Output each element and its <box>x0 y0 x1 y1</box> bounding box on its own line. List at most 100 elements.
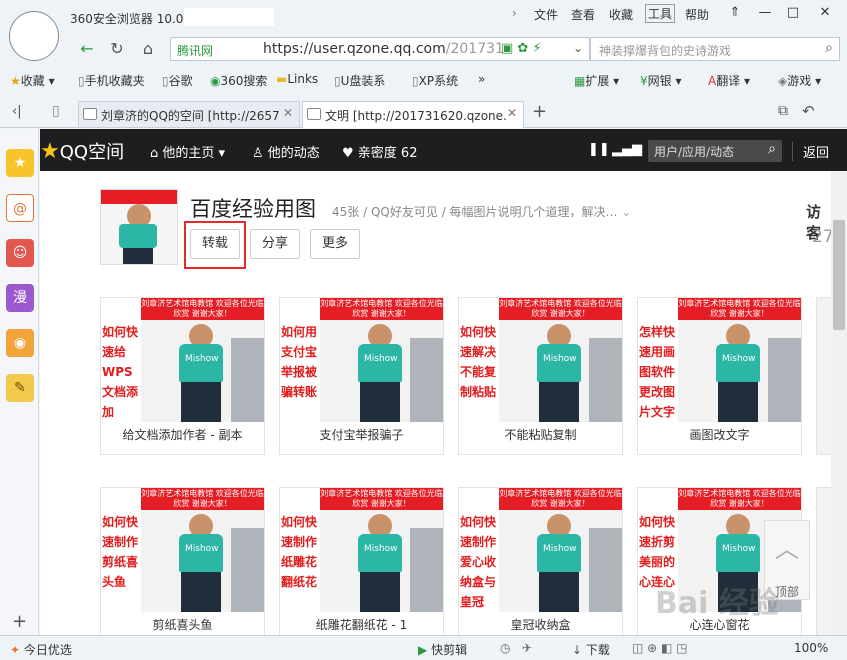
status-tool-icons[interactable]: ◫ ⊕ ◧ ◳ <box>632 641 688 655</box>
favorites-star-icon[interactable]: ★ <box>6 149 34 177</box>
photo-banner: 刘章济艺术馆电教馆 欢迎各位光临欣赏 谢谢大家！ <box>678 488 801 510</box>
photo-thumbnail[interactable]: 刘章济艺术馆电教馆 欢迎各位光临欣赏 谢谢大家！ Mishow 怎样快速用画图软件更… <box>638 298 801 422</box>
photo-card[interactable]: 刘章济艺术馆电教馆 欢迎各位光临欣赏 谢谢大家！ Mishow 如何快速解决不能复制… <box>458 297 623 455</box>
photo-banner: 刘章济艺术馆电教馆 欢迎各位光临欣赏 谢谢大家！ <box>499 298 622 320</box>
photo-background <box>410 338 443 422</box>
photo-caption[interactable]: 不能粘贴复制 <box>459 426 622 443</box>
close-icon[interactable]: ✕ <box>812 2 838 24</box>
back-arrow-icon[interactable]: ← <box>76 38 98 60</box>
photo-side-text: 如何快速制作剪纸喜头鱼 <box>101 488 141 612</box>
undo-close-icon[interactable]: ↶ <box>802 102 815 120</box>
photo-card[interactable]: 刘章济艺术馆电教馆 欢迎各位光临欣赏 谢谢大家！ Mishow 如何快速制作剪纸喜头… <box>100 487 265 635</box>
tab-close-icon[interactable]: ✕ <box>507 106 517 120</box>
user-avatar[interactable] <box>9 11 59 61</box>
tab-qzone-profile[interactable]: 刘章济的QQ的空间 [http://2657 ✕ <box>78 101 300 127</box>
bookmark-xp[interactable]: ▯XP系统 <box>412 72 458 89</box>
qzone-search-icon[interactable]: ⌕ <box>768 141 776 157</box>
photo-caption[interactable]: 皇冠收纳盒 <box>459 616 622 633</box>
bookmark-google[interactable]: ▯谷歌 <box>162 72 193 89</box>
qzone-search[interactable]: 用户/应用/动态 ⌕ <box>648 140 782 162</box>
toolbar-games[interactable]: ◈游戏 ▾ <box>778 72 821 89</box>
phone-icon[interactable]: ▯ <box>52 103 60 119</box>
minimize-icon[interactable]: — <box>752 2 778 24</box>
bookmark-mobile[interactable]: ▯手机收藏夹 <box>78 72 145 89</box>
photo-card[interactable]: 刘章济艺术馆电教馆 欢迎各位光临欣赏 谢谢大家！ Mishow 如何用支付宝举报被骗… <box>279 297 444 455</box>
photo-thumbnail[interactable]: 刘章济艺术馆电教馆 欢迎各位光临欣赏 谢谢大家！ Mishow 如何用支付宝举报被骗… <box>280 298 443 422</box>
photo-caption[interactable]: 剪纸喜头鱼 <box>101 616 264 633</box>
menu-tools[interactable]: 工具 <box>645 4 676 23</box>
restore-tab-icon[interactable]: ⧉ <box>778 103 788 119</box>
photo-person: Mishow <box>350 320 410 422</box>
chevron-up-icon: ︿ <box>775 535 799 563</box>
photo-thumbnail[interactable]: 刘章济艺术馆电教馆 欢迎各位光临欣赏 谢谢大家！ Mishow 如何快速制作爱心收纳… <box>459 488 622 612</box>
search-icon[interactable]: ⌕ <box>825 40 833 56</box>
photo-caption[interactable]: 画图改文字 <box>638 426 801 443</box>
downloads[interactable]: ↓ 下载 <box>572 641 610 658</box>
album-meta: 45张 / QQ好友可见 / 每幅图片说明几个道理，解决… ⌄ <box>332 205 632 219</box>
photo-card[interactable]: 刘章济艺术馆电教馆 欢迎各位光临欣赏 谢谢大家！ Mishow 如何快速制作爱心收纳… <box>458 487 623 635</box>
bookmark-more[interactable]: » <box>478 72 485 86</box>
skin-icon[interactable]: ⇑ <box>722 2 748 24</box>
bookmark-usb[interactable]: ▯U盘装系 <box>334 72 385 89</box>
comic-icon[interactable]: 漫 <box>6 284 34 312</box>
notes-icon[interactable]: ✎ <box>6 374 34 402</box>
pause-icon[interactable]: ❚❚ <box>588 142 610 157</box>
new-tab-button[interactable]: + <box>532 101 547 122</box>
photo-card[interactable]: 刘章济艺术馆电教馆 欢迎各位光临欣赏 谢谢大家！ Mishow 如何快速给WPS文档… <box>100 297 265 455</box>
address-bar[interactable]: 腾讯网 https://user.qzone.qq.com/201731 ▣ ✿… <box>170 37 590 61</box>
quick-edit[interactable]: ▶ 快剪辑 <box>418 641 467 658</box>
nav-intimacy[interactable]: ♥ 亲密度 62 <box>342 142 417 161</box>
share-button[interactable]: 分享 <box>250 229 300 259</box>
photo-thumbnail[interactable]: 刘章济艺术馆电教馆 欢迎各位光临欣赏 谢谢大家！ Mishow 如何快速解决不能复制… <box>459 298 622 422</box>
photo-card[interactable]: 刘章济艺术馆电教馆 欢迎各位光临欣赏 谢谢大家！ Mishow 如何快速制作纸雕花翻… <box>279 487 444 635</box>
menu-view[interactable]: 查看 <box>571 6 595 23</box>
add-sidebar-icon[interactable]: + <box>12 611 27 632</box>
qzone-logo[interactable]: ★QQ空间 <box>40 138 124 164</box>
tab-scroll-left-icon[interactable]: ‹| <box>12 104 22 119</box>
photo-banner: 刘章济艺术馆电教馆 欢迎各位光临欣赏 谢谢大家！ <box>320 298 443 320</box>
photo-thumbnail[interactable]: 刘章济艺术馆电教馆 欢迎各位光临欣赏 谢谢大家！ Mishow 如何快速制作剪纸喜头… <box>101 488 264 612</box>
watermark: Bai 经验 <box>655 586 779 621</box>
chevron-right-icon[interactable]: › <box>512 6 517 20</box>
photo-thumbnail[interactable]: 刘章济艺术馆电教馆 欢迎各位光临欣赏 谢谢大家！ Mishow 如何快速制作纸雕花翻… <box>280 488 443 612</box>
signal-bars-icon[interactable]: ▂▄▆ <box>612 142 642 157</box>
more-button[interactable]: 更多 <box>310 229 360 259</box>
photo-caption[interactable]: 给文档添加作者 - 副本 <box>101 426 264 443</box>
game-icon[interactable]: ☺ <box>6 239 34 267</box>
weibo-icon[interactable]: ◉ <box>6 329 34 357</box>
home-icon[interactable]: ⌂ <box>137 38 159 60</box>
refresh-icon[interactable]: ↻ <box>106 38 128 60</box>
toolbar-translate[interactable]: A翻译 ▾ <box>708 72 750 89</box>
photo-partial[interactable] <box>816 487 831 635</box>
addr-dropdown-icon[interactable]: ⌄ <box>573 41 583 55</box>
bookmark-360search[interactable]: ◉360搜索 <box>210 72 267 89</box>
search-box[interactable]: 神装撑爆背包的史诗游戏 ⌕ <box>590 37 840 61</box>
addr-tools-icon[interactable]: ▣ ✿ ⚡ <box>501 41 542 56</box>
nav-his-feed[interactable]: ♙ 他的动态 <box>252 142 320 161</box>
today-picks[interactable]: ✦ 今日优选 <box>10 641 72 658</box>
zoom-level[interactable]: 100% <box>794 641 828 655</box>
mail-icon[interactable]: @ <box>6 194 34 222</box>
scrollbar-thumb[interactable] <box>833 220 845 330</box>
photo-caption[interactable]: 纸雕花翻纸花 - 1 <box>280 616 443 633</box>
back-link[interactable]: 返回 <box>792 142 829 161</box>
toolbar-extensions[interactable]: ▦扩展 ▾ <box>574 72 619 89</box>
status-icons[interactable]: ◷ ✈ <box>500 641 532 655</box>
maximize-icon[interactable]: □ <box>780 2 806 24</box>
photo-caption[interactable]: 支付宝举报骗子 <box>280 426 443 443</box>
tab-album-active[interactable]: 文明 [http://201731620.qzone. ✕ <box>302 101 524 128</box>
photo-thumbnail[interactable]: 刘章济艺术馆电教馆 欢迎各位光临欣赏 谢谢大家！ Mishow 如何快速给WPS文档… <box>101 298 264 422</box>
photo-card[interactable]: 刘章济艺术馆电教馆 欢迎各位光临欣赏 谢谢大家！ Mishow 怎样快速用画图软件更… <box>637 297 802 455</box>
nav-his-home[interactable]: ⌂ 他的主页 ▾ <box>150 142 225 161</box>
album-cover[interactable] <box>100 189 178 265</box>
site-label: 腾讯网 <box>177 44 214 58</box>
menu-file[interactable]: 文件 <box>534 6 558 23</box>
bookmark-favorites[interactable]: ★收藏 ▾ <box>10 72 55 89</box>
app-title: 360安全浏览器 10.0 <box>70 12 184 26</box>
menu-help[interactable]: 帮助 <box>685 6 709 23</box>
tab-close-icon[interactable]: ✕ <box>283 106 293 120</box>
menu-favorites[interactable]: 收藏 <box>609 6 633 23</box>
toolbar-banking[interactable]: ¥网银 ▾ <box>640 72 682 89</box>
photo-partial[interactable] <box>816 297 831 455</box>
bookmark-links[interactable]: ▬Links <box>276 72 318 86</box>
